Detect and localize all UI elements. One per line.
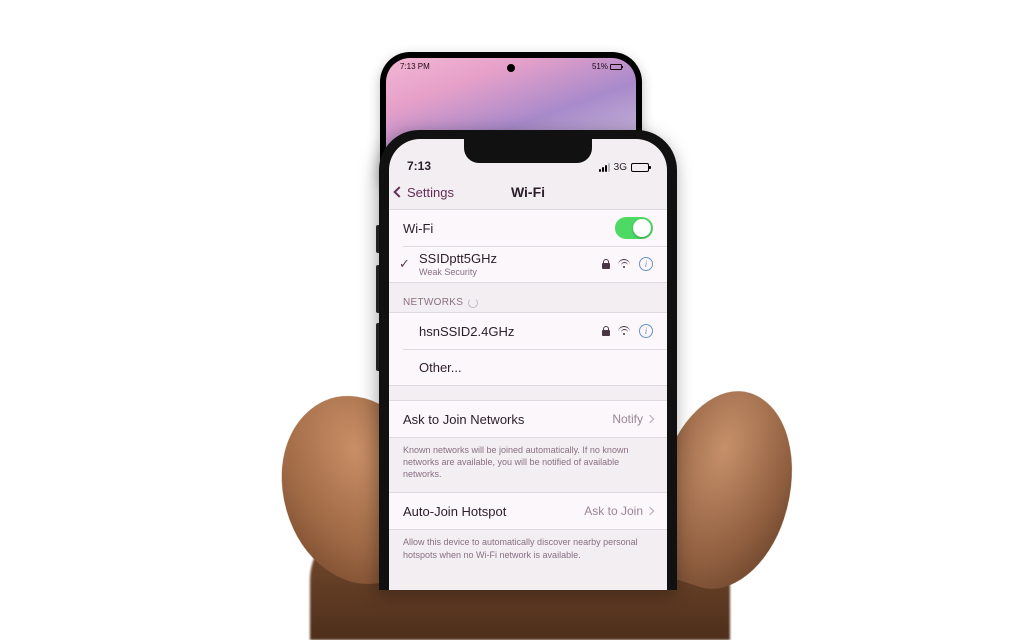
wifi-icon: [618, 326, 631, 336]
samsung-time: 7:13 PM: [400, 62, 430, 71]
back-button[interactable]: Settings: [395, 185, 454, 200]
iphone-screen: 7:13 3G Settings Wi-Fi Wi-Fi: [389, 139, 667, 590]
other-network-row[interactable]: Other...: [389, 349, 667, 385]
carrier-label: 3G: [614, 162, 627, 173]
other-label: Other...: [419, 360, 653, 375]
autohs-value: Ask to Join: [584, 504, 643, 518]
networks-header-label: NETWORKS: [403, 297, 463, 308]
network-row[interactable]: hsnSSID2.4GHz i: [389, 313, 667, 349]
ask-label: Ask to Join Networks: [403, 412, 612, 427]
back-label: Settings: [407, 185, 454, 200]
battery-icon: [610, 64, 622, 70]
connected-ssid: SSIDptt5GHz: [419, 251, 602, 266]
checkmark-icon: ✓: [399, 256, 410, 272]
wifi-icon: [618, 259, 631, 269]
networks-group: hsnSSID2.4GHz i Other...: [389, 312, 667, 386]
iphone-frame: 7:13 3G Settings Wi-Fi Wi-Fi: [379, 130, 677, 590]
samsung-battery-pct: 51%: [592, 62, 608, 71]
wifi-toggle[interactable]: [615, 217, 653, 239]
info-icon[interactable]: i: [639, 324, 653, 338]
info-icon[interactable]: i: [639, 257, 653, 271]
wifi-toggle-row[interactable]: Wi-Fi: [389, 210, 667, 246]
wifi-label: Wi-Fi: [403, 221, 615, 236]
wifi-group: Wi-Fi ✓ SSIDptt5GHz Weak Security i: [389, 209, 667, 283]
status-time: 7:13: [407, 159, 431, 173]
chevron-right-icon: [646, 415, 654, 423]
lock-icon: [602, 259, 610, 269]
autohs-footer: Allow this device to automatically disco…: [389, 530, 667, 572]
page-title: Wi-Fi: [511, 184, 545, 200]
auto-hotspot-row[interactable]: Auto-Join Hotspot Ask to Join: [389, 493, 667, 529]
ask-footer: Known networks will be joined automatica…: [389, 438, 667, 492]
chevron-right-icon: [646, 507, 654, 515]
spinner-icon: [468, 298, 478, 308]
connected-sub: Weak Security: [419, 267, 602, 277]
ask-value: Notify: [612, 412, 643, 426]
network-ssid: hsnSSID2.4GHz: [419, 324, 602, 339]
networks-section-header: NETWORKS: [389, 283, 667, 312]
ask-to-join-row[interactable]: Ask to Join Networks Notify: [389, 401, 667, 437]
cell-signal-icon: [599, 163, 610, 172]
autohs-label: Auto-Join Hotspot: [403, 504, 584, 519]
chevron-left-icon: [393, 186, 404, 197]
notch: [464, 139, 592, 163]
nav-header: Settings Wi-Fi: [389, 175, 667, 209]
lock-icon: [602, 326, 610, 336]
connected-network-row[interactable]: ✓ SSIDptt5GHz Weak Security i: [389, 246, 667, 282]
battery-icon: [631, 163, 649, 172]
